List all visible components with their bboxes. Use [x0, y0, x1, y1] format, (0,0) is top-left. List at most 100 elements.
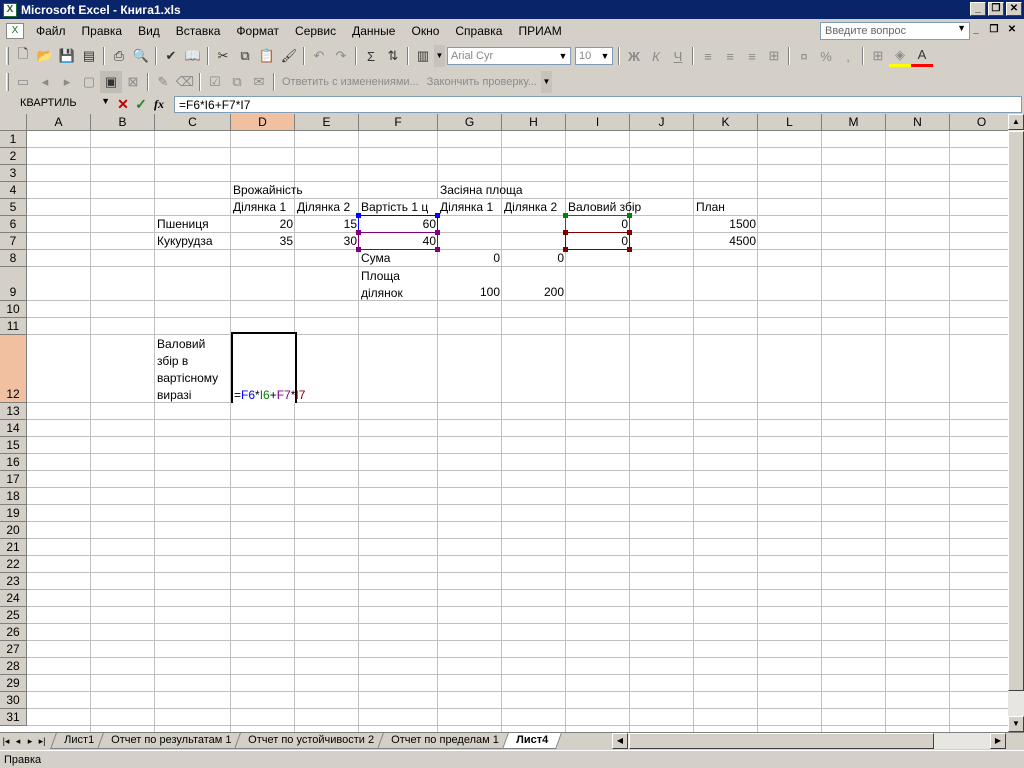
chevron-down-icon[interactable]: ▼ [101, 96, 110, 106]
menu-priam[interactable]: ПРИАМ [510, 21, 569, 41]
row-header-25[interactable]: 25 [0, 607, 27, 624]
save-icon[interactable]: 💾 [56, 45, 78, 67]
toolbar-options-icon[interactable]: ▼ [541, 71, 552, 93]
end-review-button[interactable]: Закончить проверку... [423, 76, 541, 88]
percent-button[interactable]: % [815, 45, 837, 67]
doc-close-button[interactable]: ✕ [1004, 23, 1020, 37]
sort-icon[interactable]: ⇅ [382, 45, 404, 67]
new-icon[interactable]: 🗋 [12, 45, 34, 67]
row-header-21[interactable]: 21 [0, 539, 27, 556]
fill-color-icon[interactable]: ◈ [889, 45, 911, 67]
formula-input[interactable]: =F6*I6+F7*I7 [174, 96, 1022, 113]
range-handle[interactable] [435, 247, 440, 252]
first-sheet-icon[interactable]: |◂ [0, 736, 12, 747]
menu-window[interactable]: Окно [403, 21, 447, 41]
row-header-19[interactable]: 19 [0, 505, 27, 522]
cell-h8[interactable]: 0 [502, 250, 566, 267]
horizontal-scrollbar[interactable]: ◀ ▶ [612, 733, 1006, 749]
redo-icon[interactable]: ↷ [330, 45, 352, 67]
paste-icon[interactable]: 📋 [256, 45, 278, 67]
scroll-down-icon[interactable]: ▼ [1008, 716, 1024, 732]
cell-i6[interactable]: 0 [566, 216, 630, 233]
row-header-28[interactable]: 28 [0, 658, 27, 675]
delete-comment-icon[interactable]: ⊠ [122, 71, 144, 93]
row-header-12[interactable]: 12 [0, 335, 27, 403]
chevron-down-icon[interactable]: ▼ [557, 49, 569, 63]
row-header-22[interactable]: 22 [0, 556, 27, 573]
undo-icon[interactable]: ↶ [308, 45, 330, 67]
cell-e5[interactable]: Ділянка 2 [295, 199, 359, 216]
prev-sheet-icon[interactable]: ◂ [12, 736, 24, 747]
row-header-31[interactable]: 31 [0, 709, 27, 726]
prev-comment-icon[interactable]: ◂ [34, 71, 56, 93]
cell-k6[interactable]: 1500 [694, 216, 758, 233]
cell-d4[interactable]: Врожайність [231, 182, 381, 199]
menu-view[interactable]: Вид [130, 21, 168, 41]
align-right-icon[interactable]: ≡ [741, 45, 763, 67]
range-handle[interactable] [563, 230, 568, 235]
align-left-icon[interactable]: ≡ [697, 45, 719, 67]
cell-h9[interactable]: 200 [502, 284, 566, 301]
vertical-scroll-thumb[interactable] [1008, 131, 1024, 691]
close-button[interactable]: ✕ [1006, 2, 1022, 16]
spelling-icon[interactable]: ✔ [160, 45, 182, 67]
range-handle[interactable] [356, 213, 361, 218]
cell-f6[interactable]: 60 [359, 216, 438, 233]
column-header-n[interactable]: N [886, 114, 950, 131]
column-header-f[interactable]: F [359, 114, 438, 131]
worksheet-grid[interactable]: A B C D E F G H I J K L M N O 1 2 3 4 5 6 7 8 9 10 11 12 13 14 15 16 17… [0, 114, 1008, 732]
cell-d7[interactable]: 35 [231, 233, 295, 250]
column-header-j[interactable]: J [630, 114, 694, 131]
cell-k5[interactable]: План [694, 199, 758, 216]
open-icon[interactable]: 📂 [34, 45, 56, 67]
research-icon[interactable]: 📖 [182, 45, 204, 67]
row-header-7[interactable]: 7 [0, 233, 27, 250]
insert-function-icon[interactable]: fx [150, 97, 168, 112]
row-header-5[interactable]: 5 [0, 199, 27, 216]
italic-button[interactable]: К [645, 45, 667, 67]
ask-question-box[interactable]: Введите вопрос ▼ [820, 22, 970, 40]
comma-style-icon[interactable]: , [837, 45, 859, 67]
row-header-2[interactable]: 2 [0, 148, 27, 165]
range-handle[interactable] [356, 247, 361, 252]
menu-file[interactable]: Файл [28, 21, 74, 41]
cell-c12[interactable]: Валовий збір в вартісному виразі [155, 336, 231, 404]
merge-center-icon[interactable]: ⊞ [763, 45, 785, 67]
column-header-d[interactable]: D [231, 114, 295, 131]
doc-restore-button[interactable]: ❐ [986, 23, 1002, 37]
cell-g9[interactable]: 100 [438, 284, 502, 301]
font-color-icon[interactable]: A [911, 45, 933, 67]
autosum-icon[interactable]: Σ [360, 45, 382, 67]
cell-i7[interactable]: 0 [566, 233, 630, 250]
doc-minimize-button[interactable]: _ [968, 23, 984, 37]
cut-icon[interactable]: ✂ [212, 45, 234, 67]
sheet-tab-3[interactable]: Отчет по устойчивости 2 [234, 733, 389, 749]
cell-g5[interactable]: Ділянка 1 [438, 199, 502, 216]
row-header-3[interactable]: 3 [0, 165, 27, 182]
share-icon[interactable]: ⧉ [226, 71, 248, 93]
toolbar-grip[interactable] [6, 47, 9, 65]
sheet-tab-4[interactable]: Отчет по пределам 1 [377, 733, 513, 749]
row-header-23[interactable]: 23 [0, 573, 27, 590]
chart-wizard-icon[interactable]: ▥ [412, 45, 434, 67]
row-header-24[interactable]: 24 [0, 590, 27, 607]
row-header-26[interactable]: 26 [0, 624, 27, 641]
menu-data[interactable]: Данные [344, 21, 403, 41]
cell-h5[interactable]: Ділянка 2 [502, 199, 566, 216]
column-header-e[interactable]: E [295, 114, 359, 131]
range-handle[interactable] [627, 230, 632, 235]
track-changes-icon[interactable]: ☑ [204, 71, 226, 93]
cell-d6[interactable]: 20 [231, 216, 295, 233]
row-header-13[interactable]: 13 [0, 403, 27, 420]
chevron-down-icon[interactable]: ▼ [599, 49, 611, 63]
bold-button[interactable]: Ж [623, 45, 645, 67]
row-header-17[interactable]: 17 [0, 471, 27, 488]
row-header-9[interactable]: 9 [0, 267, 27, 301]
column-header-l[interactable]: L [758, 114, 822, 131]
currency-icon[interactable]: ¤ [793, 45, 815, 67]
cell-f5[interactable]: Вартість 1 ц [359, 199, 438, 216]
row-header-18[interactable]: 18 [0, 488, 27, 505]
print-icon[interactable]: ⎙ [108, 45, 130, 67]
cell-f9[interactable]: Площа ділянок [359, 268, 438, 302]
row-header-29[interactable]: 29 [0, 675, 27, 692]
